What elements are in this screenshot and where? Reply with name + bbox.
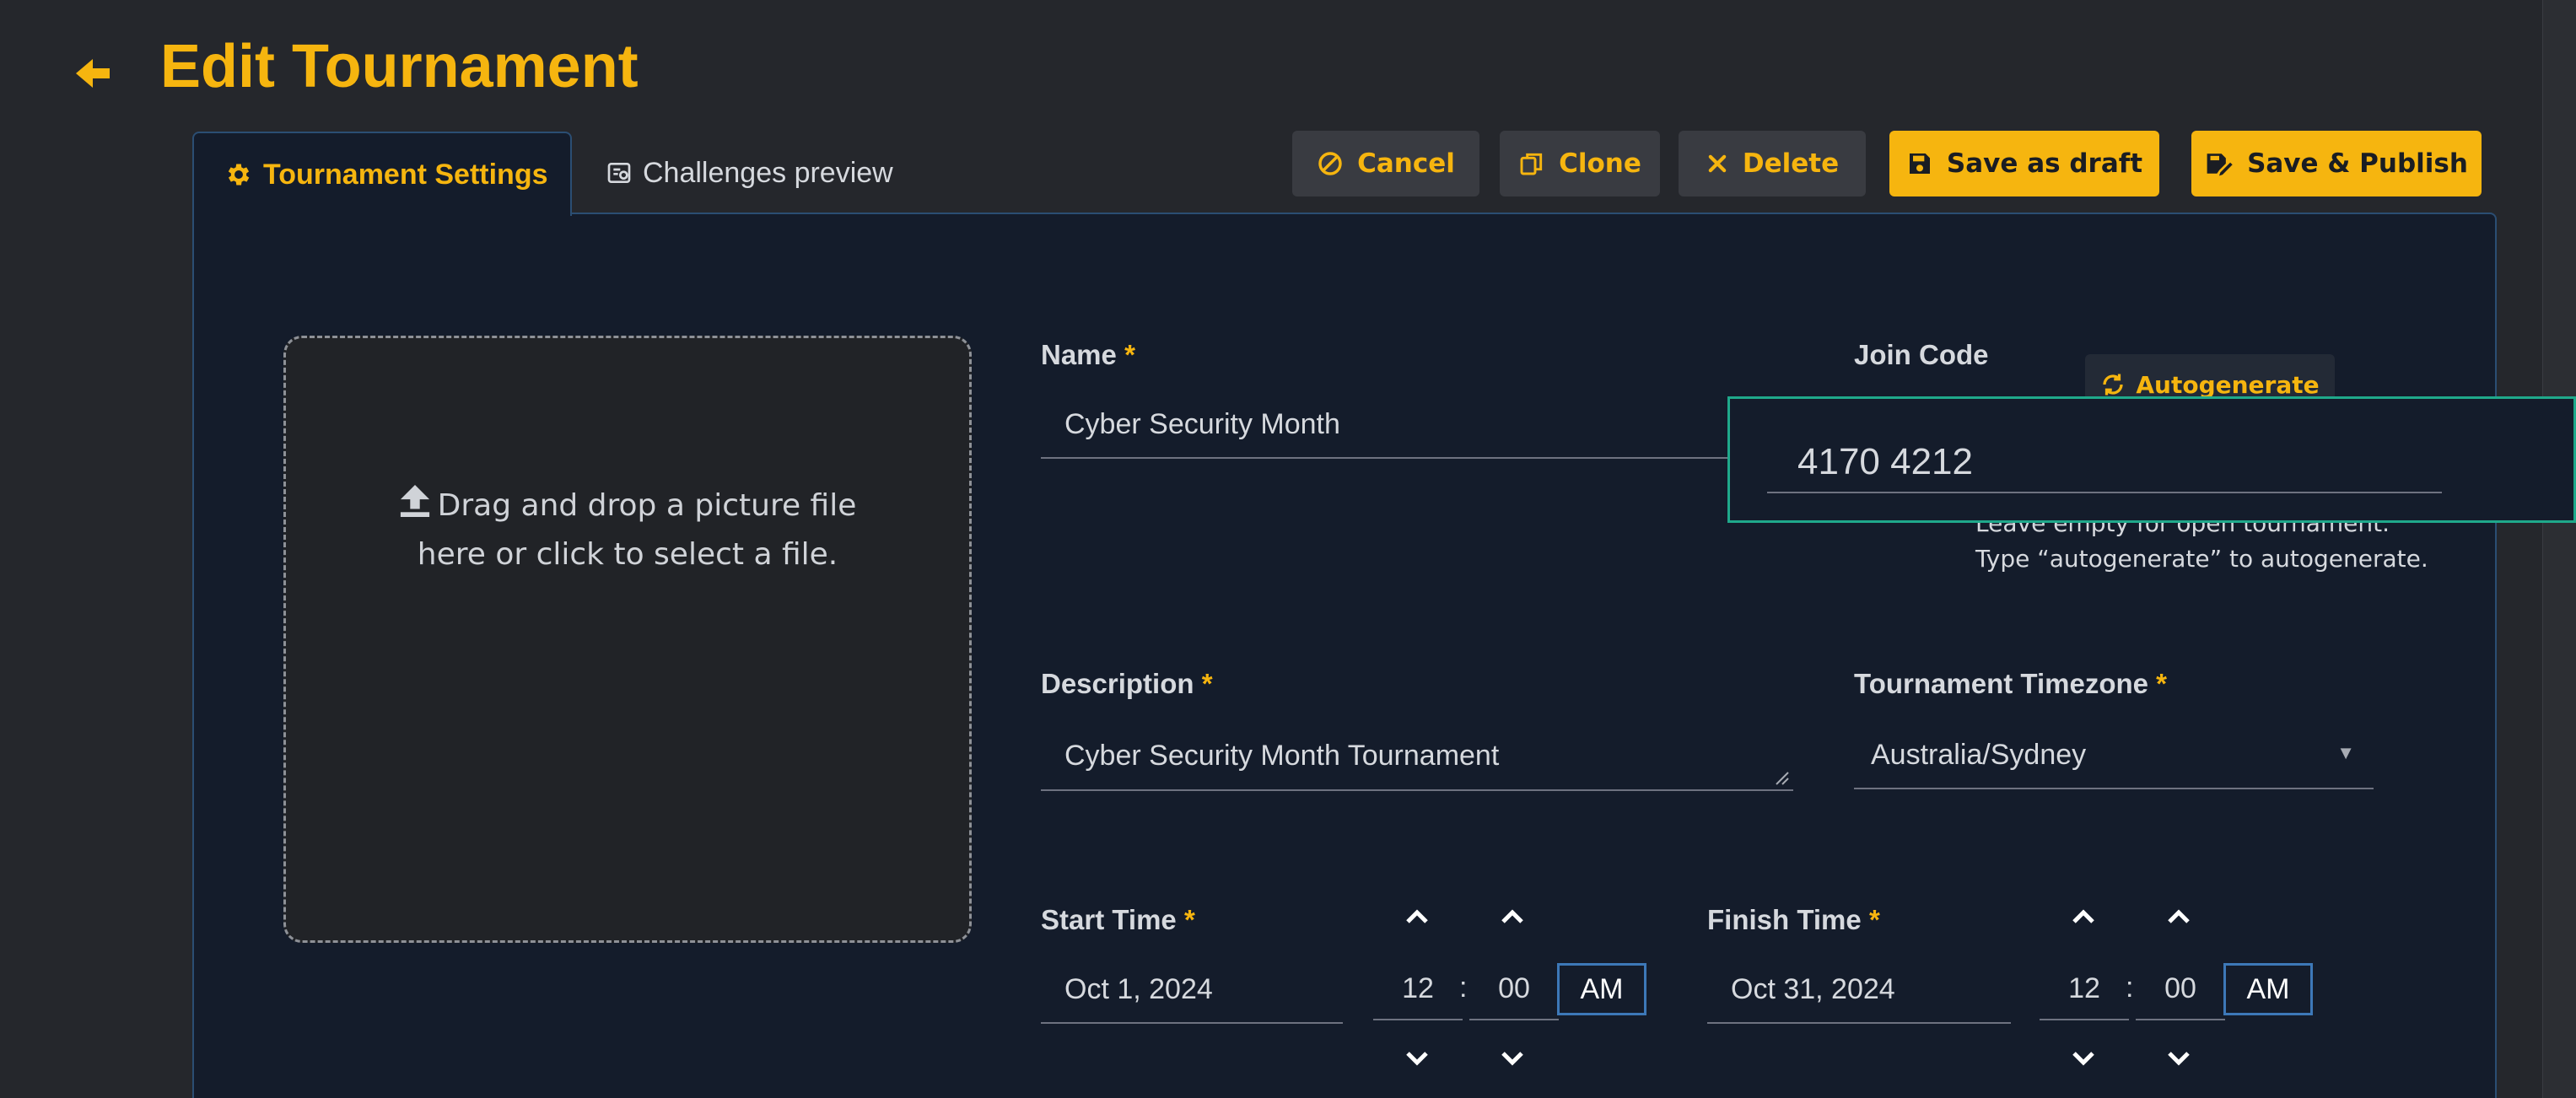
edit-tournament-page: Edit Tournament Tournament Settings Chal… (0, 0, 2576, 1098)
time-separator: : (1459, 972, 1468, 1004)
close-icon (1708, 154, 1727, 173)
finish-ampm-toggle[interactable]: AM (2223, 963, 2313, 1015)
required-asterisk: * (2156, 668, 2167, 699)
start-date-value: Oct 1, 2024 (1064, 972, 1213, 1005)
chevron-up-icon (2168, 909, 2190, 923)
required-asterisk: * (1183, 904, 1195, 935)
save-publish-icon (2207, 153, 2233, 176)
start-ampm-toggle[interactable]: AM (1557, 963, 1646, 1015)
page-title: Edit Tournament (160, 33, 639, 100)
arrow-left-icon (76, 59, 110, 88)
timezone-label: Tournament Timezone * (1854, 668, 2167, 700)
upload-icon (400, 485, 429, 517)
tab-tournament-settings[interactable]: Tournament Settings (192, 132, 572, 216)
finish-hour-input[interactable]: 12 (2040, 958, 2129, 1020)
clone-button[interactable]: Clone (1500, 131, 1660, 196)
tab-label: Challenges preview (643, 156, 893, 189)
name-input[interactable]: Cyber Security Month (1041, 391, 1795, 459)
gear-icon (228, 164, 250, 186)
name-value: Cyber Security Month (1064, 407, 1340, 440)
start-date-input[interactable]: Oct 1, 2024 (1041, 956, 1343, 1024)
chevron-down-icon (2072, 1052, 2094, 1066)
join-code-input[interactable]: 4170 4212 (1767, 433, 2442, 493)
description-textarea[interactable]: Cyber Security Month Tournament (1041, 722, 1793, 791)
required-asterisk: * (1201, 668, 1213, 699)
finish-time-label-text: Finish Time (1707, 904, 1862, 935)
resize-handle-icon[interactable] (1771, 767, 1790, 786)
join-code-focus-popover: 4170 4212 (1727, 396, 2576, 523)
tab-challenges-preview[interactable]: Challenges preview (606, 132, 893, 214)
finish-minute-increment-button[interactable] (2153, 896, 2204, 938)
description-label: Description * (1041, 668, 1213, 700)
save-as-draft-button[interactable]: Save as draft (1889, 131, 2159, 196)
chevron-up-icon (1501, 909, 1523, 923)
chevron-up-icon (2072, 909, 2094, 923)
chevron-up-icon (1406, 909, 1428, 923)
delete-button[interactable]: Delete (1679, 131, 1866, 196)
join-code-label-text: Join Code (1854, 339, 1989, 370)
start-minute-input[interactable]: 00 (1469, 958, 1559, 1020)
join-code-label: Join Code (1854, 339, 1989, 371)
save-and-publish-button[interactable]: Save & Publish (2191, 131, 2482, 196)
clone-label: Clone (1559, 148, 1641, 179)
preview-icon (607, 163, 631, 183)
autogenerate-label: Autogenerate (2136, 370, 2320, 399)
finish-hour-decrement-button[interactable] (2058, 1037, 2109, 1079)
finish-time-label: Finish Time * (1707, 904, 1880, 936)
start-minute-increment-button[interactable] (1487, 896, 1538, 938)
delete-label: Delete (1742, 148, 1840, 179)
name-label-text: Name (1041, 339, 1117, 370)
picture-dropzone[interactable]: Drag and drop a picture file here or cli… (283, 336, 972, 943)
start-time-label: Start Time * (1041, 904, 1195, 936)
start-minute-decrement-button[interactable] (1487, 1037, 1538, 1079)
ban-icon (1318, 152, 1342, 175)
time-separator: : (2126, 972, 2134, 1004)
start-hour-increment-button[interactable] (1392, 896, 1442, 938)
timezone-label-text: Tournament Timezone (1854, 668, 2148, 699)
dropzone-text: Drag and drop a picture file here or cli… (286, 482, 969, 579)
finish-minute-decrement-button[interactable] (2153, 1037, 2204, 1079)
join-code-hint-2: Type “autogenerate” to autogenerate. (1975, 545, 2428, 573)
floppy-disk-icon (1909, 153, 1930, 174)
finish-hour-increment-button[interactable] (2058, 896, 2109, 938)
dropzone-line-1: Drag and drop a picture file (437, 488, 857, 523)
tab-label: Tournament Settings (263, 158, 548, 191)
finish-minute-input[interactable]: 00 (2136, 958, 2225, 1020)
description-value: Cyber Security Month Tournament (1064, 739, 1500, 772)
copy-icon (1520, 153, 1543, 175)
join-code-value: 4170 4212 (1797, 441, 1973, 482)
chevron-down-icon (1501, 1052, 1523, 1066)
start-time-label-text: Start Time (1041, 904, 1177, 935)
save-draft-label: Save as draft (1946, 148, 2143, 179)
finish-date-value: Oct 31, 2024 (1731, 972, 1895, 1005)
dropdown-arrow-icon: ▼ (2336, 742, 2355, 763)
required-asterisk: * (1868, 904, 1880, 935)
timezone-value: Australia/Sydney (1871, 738, 2087, 771)
cancel-label: Cancel (1357, 148, 1455, 179)
save-publish-label: Save & Publish (2247, 148, 2468, 179)
dropzone-line-2: here or click to select a file. (417, 537, 838, 572)
required-asterisk: * (1124, 339, 1135, 370)
refresh-icon (2103, 374, 2123, 396)
start-hour-input[interactable]: 12 (1373, 958, 1463, 1020)
name-label: Name * (1041, 339, 1135, 371)
chevron-down-icon (1406, 1052, 1428, 1066)
vertical-scrollbar[interactable] (2542, 0, 2576, 1098)
cancel-button[interactable]: Cancel (1292, 131, 1479, 196)
finish-date-input[interactable]: Oct 31, 2024 (1707, 956, 2011, 1024)
chevron-down-icon (2168, 1052, 2190, 1066)
start-hour-decrement-button[interactable] (1392, 1037, 1442, 1079)
back-button[interactable] (71, 51, 116, 96)
timezone-select[interactable]: Australia/Sydney ▼ (1854, 722, 2374, 789)
description-label-text: Description (1041, 668, 1194, 699)
